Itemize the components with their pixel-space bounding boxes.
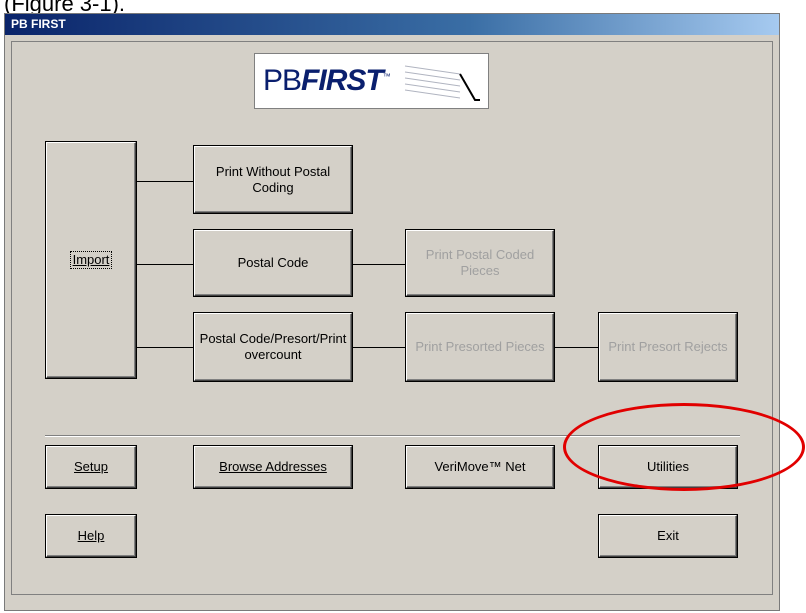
browse-addresses-button[interactable]: Browse Addresses bbox=[194, 446, 352, 488]
verimove-net-button[interactable]: VeriMove™ Net bbox=[406, 446, 554, 488]
exit-button[interactable]: Exit bbox=[599, 515, 737, 557]
print-presort-rejects-button[interactable]: Print Presort Rejects bbox=[599, 313, 737, 381]
pb-first-window: PB FIRST PBFIRST™ Import Print Without P… bbox=[4, 13, 780, 611]
print-postal-coded-pieces-button[interactable]: Print Postal Coded Pieces bbox=[406, 230, 554, 296]
postal-code-button[interactable]: Postal Code bbox=[194, 230, 352, 296]
annotation-ellipse bbox=[563, 403, 805, 491]
import-button[interactable]: Import bbox=[46, 142, 136, 378]
help-button[interactable]: Help bbox=[46, 515, 136, 557]
print-presorted-pieces-button[interactable]: Print Presorted Pieces bbox=[406, 313, 554, 381]
print-without-postal-coding-button[interactable]: Print Without Postal Coding bbox=[194, 146, 352, 213]
postal-code-presort-print-button[interactable]: Postal Code/Presort/Print overcount bbox=[194, 313, 352, 381]
setup-button[interactable]: Setup bbox=[46, 446, 136, 488]
window-title: PB FIRST bbox=[5, 14, 779, 35]
